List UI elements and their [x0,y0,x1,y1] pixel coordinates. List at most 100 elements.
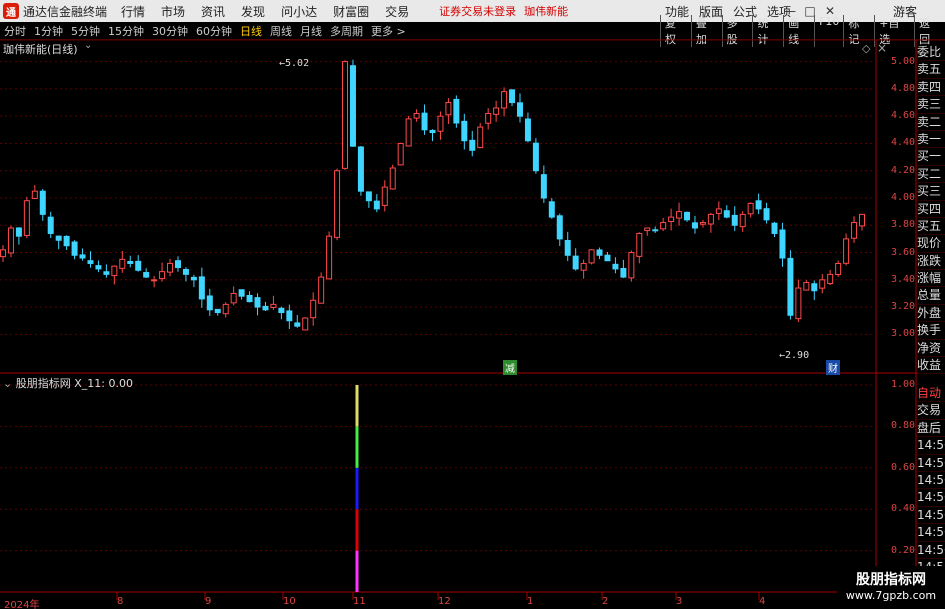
price-tick-label: 3.00 [891,328,916,340]
main-chart-title: 珈伟新能(日线) [3,43,78,56]
finance-tag[interactable]: 财 [826,360,840,375]
tick-time: 14:56 [917,507,945,525]
watermark-title: 股朋指标网 [856,572,926,588]
candle-body [39,190,46,215]
quote-field-label: 涨跌 [917,253,945,271]
price-tick-label: 3.80 [891,219,916,231]
candle-body [691,222,698,229]
candle-body [461,120,468,142]
candle-body [493,107,500,115]
date-label: 8 [117,596,124,607]
quote-field-label: 卖三 [917,96,945,114]
candle-body [214,308,221,314]
indicator-tick-label: 1.00 [891,379,916,390]
candle-body [47,216,54,234]
candle-body [469,139,476,151]
candle-body [652,229,659,232]
candle-body [151,279,158,282]
quote-field-label: 委比 [917,44,945,62]
kline-chart[interactable] [0,0,945,609]
candle-body [596,249,603,256]
date-label: 1 [527,596,534,607]
chevron-down-icon[interactable]: ⌄ [3,377,16,390]
candle-body [198,276,205,300]
candle-body [731,214,738,226]
candle-body [851,222,858,239]
candle-body [429,129,436,134]
candle-body [310,299,317,319]
price-tick-label: 4.00 [891,192,916,203]
candle-body [477,126,484,149]
candle-body [843,238,850,264]
candle-body [421,112,428,131]
candle-body [318,276,325,304]
price-tick-label: 4.60 [891,110,916,122]
indicator-tick-label: 0.40 [891,503,916,515]
date-label: 3 [676,596,683,607]
candle-body [103,271,110,275]
indicator-tick-label: 0.20 [891,544,916,556]
tick-time: 14:56 [917,542,945,559]
price-tick-label: 5.00 [891,55,916,67]
quote-field-label: 现价 [917,235,945,253]
candle-body [413,112,420,119]
candle-body [365,191,372,202]
candle-body [628,252,635,279]
candle-body [405,118,412,147]
price-tick-label: 3.40 [891,273,916,285]
candle-body [206,295,213,311]
quote-field-label: 涨幅 [917,270,945,288]
candle-body [397,142,404,166]
candle-body [787,257,794,316]
candle-body [763,208,770,221]
quote-field-label: 卖五 [917,61,945,79]
date-label: 4 [759,596,766,607]
quote-field-label: 换手 [917,322,945,340]
indicator-title-text: 股朋指标网 X_11: 0.00 [15,377,133,390]
date-label: 9 [205,596,212,607]
candle-body [588,249,595,264]
close-panel-icon[interactable]: × [877,41,887,55]
quote-field-label: 买四 [917,201,945,218]
candle-body [707,213,714,225]
price-tick-label: 3.60 [891,246,916,258]
quote-side-panel: 委比 卖五 卖四 卖三 卖二 卖一 买一 买二 买三 买四 买五 现价 涨跌 涨幅 总量 外盘 换手 净资 收益 [917,44,945,375]
date-label: 2 [602,596,609,607]
date-label: 11 [353,596,366,607]
candle-body [111,265,118,277]
candle-body [644,227,651,232]
candle-body [222,303,229,315]
candle-body [580,262,587,271]
candle-body [270,303,277,308]
chevron-down-icon[interactable]: ⌄ [84,40,92,51]
candle-body [174,260,181,269]
candle-body [0,249,6,258]
candle-body [699,222,706,225]
tick-time: 盘后 [917,420,945,438]
candle-body [859,213,865,227]
auto-toggle[interactable]: 自动 [917,385,945,403]
quote-field-label: 买三 [917,183,945,201]
candle-body [182,268,189,275]
candle-body [230,292,237,304]
reduce-tag[interactable]: 减 [503,360,517,375]
diamond-icon[interactable]: ◇ [862,42,870,55]
candle-body [660,222,667,230]
quote-field-label: 外盘 [917,305,945,323]
candle-body [294,322,301,327]
watermark-url: www.7gpzb.com [845,589,937,602]
chart-grid [0,39,945,609]
candle-body [254,297,261,308]
candle-body [334,170,341,238]
candle-body [501,91,508,109]
candle-body [620,267,627,278]
quote-field-label: 收益 [917,357,945,375]
candle-body [302,317,309,331]
candle-body [827,273,834,284]
candle-body [342,61,349,169]
quote-field-label: 卖二 [917,114,945,131]
candle-body [190,276,197,281]
candle-body [723,210,730,218]
price-tick-label: 4.80 [891,82,916,94]
candle-body [715,208,722,214]
